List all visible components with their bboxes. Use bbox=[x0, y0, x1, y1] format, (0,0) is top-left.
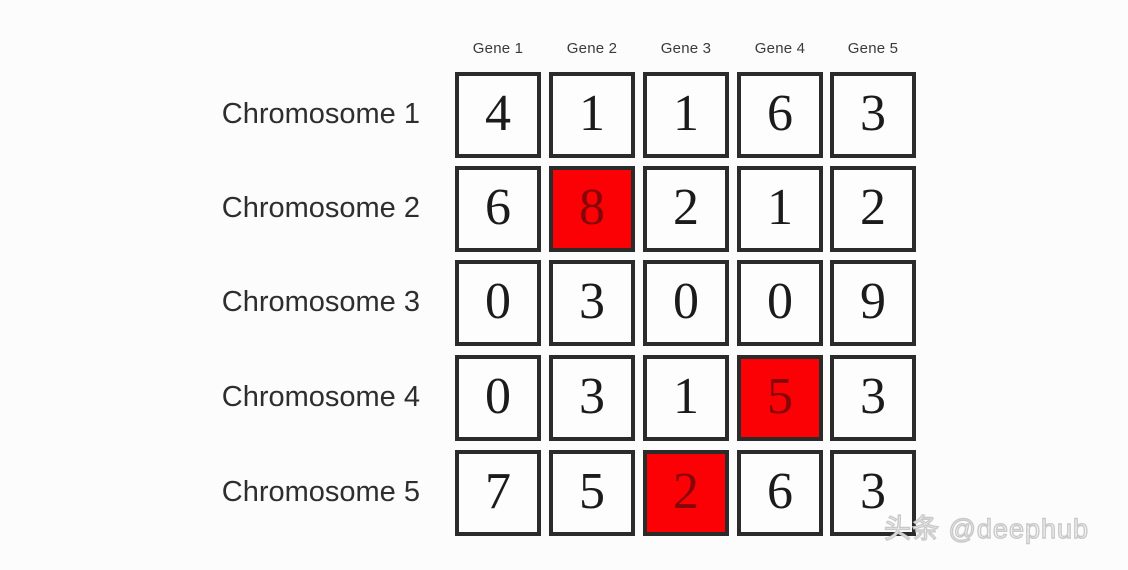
cell-value: 6 bbox=[767, 463, 793, 520]
cell-value: 3 bbox=[579, 273, 605, 330]
cell-value: 2 bbox=[673, 179, 699, 236]
grid-cell-r2-c2[interactable]: 8 bbox=[549, 166, 635, 252]
column-header-gene-2: Gene 2 bbox=[566, 40, 618, 57]
row-label-chromosome-1: Chromosome 1 bbox=[221, 98, 420, 130]
cell-value: 1 bbox=[767, 179, 793, 236]
grid-cell-r1-c5[interactable]: 3 bbox=[830, 72, 916, 158]
grid-cell-r3-c1[interactable]: 0 bbox=[455, 260, 541, 346]
cell-value: 0 bbox=[673, 273, 699, 330]
cell-value: 2 bbox=[860, 179, 886, 236]
cell-value: 6 bbox=[485, 179, 511, 236]
column-header-gene-3: Gene 3 bbox=[660, 40, 712, 57]
cell-value: 4 bbox=[485, 85, 511, 142]
cell-value: 0 bbox=[767, 273, 793, 330]
cell-value: 1 bbox=[579, 85, 605, 142]
cell-value: 3 bbox=[860, 463, 886, 520]
grid-cell-r4-c4[interactable]: 5 bbox=[737, 355, 823, 441]
grid-cell-r3-c2[interactable]: 3 bbox=[549, 260, 635, 346]
grid-cell-r4-c5[interactable]: 3 bbox=[830, 355, 916, 441]
cell-value: 0 bbox=[485, 368, 511, 425]
grid-cell-r3-c5[interactable]: 9 bbox=[830, 260, 916, 346]
grid-cell-r1-c4[interactable]: 6 bbox=[737, 72, 823, 158]
grid-cell-r4-c1[interactable]: 0 bbox=[455, 355, 541, 441]
column-header-gene-5: Gene 5 bbox=[847, 40, 899, 57]
column-header-gene-1: Gene 1 bbox=[472, 40, 524, 57]
cell-value: 1 bbox=[673, 85, 699, 142]
cell-value: 8 bbox=[579, 179, 605, 236]
grid-cell-r4-c3[interactable]: 1 bbox=[643, 355, 729, 441]
grid-cell-r2-c5[interactable]: 2 bbox=[830, 166, 916, 252]
grid-cell-r1-c2[interactable]: 1 bbox=[549, 72, 635, 158]
row-label-chromosome-4: Chromosome 4 bbox=[221, 381, 420, 413]
cell-value: 3 bbox=[860, 368, 886, 425]
grid-cell-r2-c1[interactable]: 6 bbox=[455, 166, 541, 252]
grid-cell-r5-c3[interactable]: 2 bbox=[643, 450, 729, 536]
watermark: 头条 @deephub bbox=[883, 514, 1090, 544]
row-label-chromosome-5: Chromosome 5 bbox=[221, 476, 420, 508]
cell-value: 0 bbox=[485, 273, 511, 330]
row-label-chromosome-3: Chromosome 3 bbox=[221, 286, 420, 318]
grid-cell-r3-c3[interactable]: 0 bbox=[643, 260, 729, 346]
cell-value: 1 bbox=[673, 368, 699, 425]
grid-cell-r5-c1[interactable]: 7 bbox=[455, 450, 541, 536]
grid-cell-r1-c1[interactable]: 4 bbox=[455, 72, 541, 158]
cell-value: 2 bbox=[673, 463, 699, 520]
cell-value: 3 bbox=[579, 368, 605, 425]
grid-cell-r5-c2[interactable]: 5 bbox=[549, 450, 635, 536]
figure-canvas: Gene 1 Gene 2 Gene 3 Gene 4 Gene 5 Chromosom… bbox=[0, 0, 1128, 570]
cell-value: 7 bbox=[485, 463, 511, 520]
grid-cell-r5-c4[interactable]: 6 bbox=[737, 450, 823, 536]
cell-value: 5 bbox=[767, 368, 793, 425]
cell-value: 6 bbox=[767, 85, 793, 142]
grid-cell-r1-c3[interactable]: 1 bbox=[643, 72, 729, 158]
cell-value: 5 bbox=[579, 463, 605, 520]
row-label-chromosome-2: Chromosome 2 bbox=[221, 192, 420, 224]
cell-value: 9 bbox=[860, 273, 886, 330]
cell-value: 3 bbox=[860, 85, 886, 142]
grid-cell-r4-c2[interactable]: 3 bbox=[549, 355, 635, 441]
grid-cell-r2-c3[interactable]: 2 bbox=[643, 166, 729, 252]
grid-cell-r3-c4[interactable]: 0 bbox=[737, 260, 823, 346]
grid-cell-r2-c4[interactable]: 1 bbox=[737, 166, 823, 252]
column-header-gene-4: Gene 4 bbox=[754, 40, 806, 57]
